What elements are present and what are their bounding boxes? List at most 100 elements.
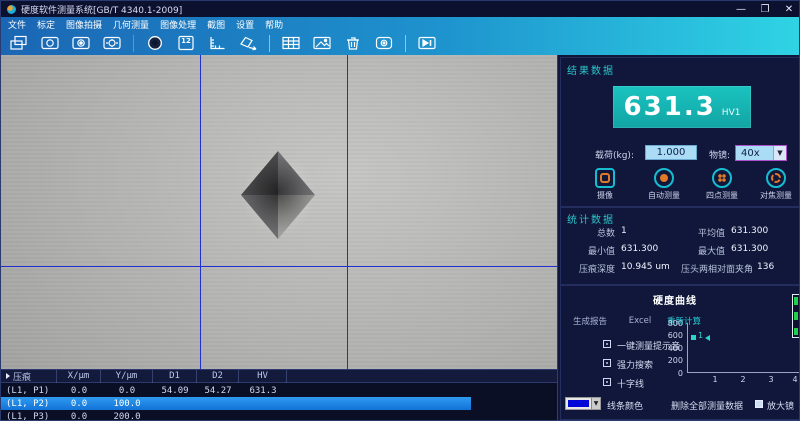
calibration-icon[interactable]: 12 — [174, 34, 198, 53]
header-d1-col: D1 — [153, 370, 197, 383]
x-tick-1: 1 — [709, 375, 721, 384]
y-tick-800: 800 — [661, 319, 683, 328]
toolbar-separator — [269, 35, 270, 52]
tools-section: 生成报告 Excel 重新计算 一键测量提示音 强力搜索 十字线 硬度曲线 80… — [560, 285, 800, 420]
generate-report-button[interactable]: 生成报告 — [567, 314, 613, 328]
app-icon — [7, 5, 16, 14]
table-row[interactable]: (L1, P1) 0.0 0.0 54.09 54.27 631.3 — [1, 384, 287, 397]
title-bar: 硬度软件测量系统[GB/T 4340.1-2009] — ❐ ✕ — [1, 1, 800, 17]
cell-point-id: (L1, P3) — [1, 412, 57, 421]
four-point-icon — [712, 168, 732, 188]
app-window: 硬度软件测量系统[GB/T 4340.1-2009] — ❐ ✕ 文件 标定 图… — [0, 0, 800, 421]
chart-data-point — [691, 335, 696, 340]
header-x-col: X/μm — [57, 370, 101, 383]
crosshair-hline — [1, 266, 557, 267]
table-row-selected[interactable]: (L1, P2) 0.0 100.0 — [1, 397, 471, 410]
crosshair-vline-right — [347, 55, 348, 369]
menu-file[interactable]: 文件 — [8, 18, 26, 31]
cell-point-id: (L1, P2) — [1, 399, 57, 409]
menu-image-capture[interactable]: 图像拍摄 — [66, 18, 102, 31]
toolbar: 12 — [1, 31, 800, 55]
menu-geometry-measure[interactable]: 几何测量 — [113, 18, 149, 31]
lens-icon[interactable] — [143, 34, 167, 53]
table-header-row: 压痕 X/μm Y/μm D1 D2 HV — [1, 370, 557, 383]
line-color-label: 线条颜色 — [607, 399, 643, 412]
menu-settings[interactable]: 设置 — [236, 18, 254, 31]
toolbar-separator — [133, 35, 134, 52]
hardness-value: 631.3 — [624, 92, 716, 122]
magnifier-checkbox[interactable] — [755, 400, 763, 408]
strong-search-label: 强力搜索 — [617, 358, 653, 371]
toolbar-separator — [405, 35, 406, 52]
cell-hv: 631.3 — [239, 386, 287, 396]
cell-d2: 54.27 — [197, 386, 239, 396]
cell-x: 0.0 — [57, 399, 101, 409]
depth-value: 10.945 um — [621, 262, 670, 272]
cell-d1: 54.09 — [153, 386, 197, 396]
maximize-button[interactable]: ❐ — [753, 4, 777, 15]
grid-table-icon[interactable] — [279, 34, 303, 53]
window-title: 硬度软件测量系统[GB/T 4340.1-2009] — [21, 3, 182, 16]
menu-help[interactable]: 帮助 — [265, 18, 283, 31]
mini-scrollbar[interactable] — [792, 294, 800, 338]
cell-y: 100.0 — [101, 399, 153, 409]
cell-x: 0.0 — [57, 386, 101, 396]
microscope-viewport[interactable] — [1, 55, 557, 369]
cell-x: 0.0 — [57, 412, 101, 421]
cursor-icon — [6, 373, 10, 379]
y-tick-600: 600 — [661, 331, 683, 340]
menu-calibration[interactable]: 标定 — [37, 18, 55, 31]
minimize-button[interactable]: — — [729, 4, 753, 15]
auto-measure-button[interactable]: 自动测量 — [636, 168, 692, 201]
chart-point-label: 1 — [698, 331, 703, 340]
image-view-icon[interactable] — [310, 34, 334, 53]
four-point-measure-button[interactable]: 四点测量 — [694, 168, 750, 201]
header-d2-col: D2 — [197, 370, 239, 383]
statistics-header: 统计数据 — [567, 211, 615, 226]
crosshair-checkbox[interactable] — [603, 378, 611, 386]
camera-icon[interactable] — [38, 34, 62, 53]
x-tick-4: 4 — [789, 375, 800, 384]
delete-all-data-button[interactable]: 删除全部测量数据 — [671, 399, 743, 412]
crosshair-label: 十字线 — [617, 377, 644, 390]
load-input[interactable]: 1.000 — [645, 145, 697, 160]
line-color-swatch — [568, 400, 589, 407]
hardness-curve-plot — [687, 323, 799, 373]
cell-y: 0.0 — [101, 386, 153, 396]
objective-value: 40x — [736, 148, 773, 159]
depth-label: 压痕深度 — [563, 262, 615, 275]
camera-capture-icon[interactable] — [69, 34, 93, 53]
cascade-windows-icon[interactable] — [7, 34, 31, 53]
delete-trash-icon[interactable] — [341, 34, 365, 53]
camera-adjust-icon[interactable] — [100, 34, 124, 53]
y-tick-200: 200 — [661, 356, 683, 365]
min-label: 最小值 — [579, 244, 615, 257]
table-row[interactable]: (L1, P3) 0.0 200.0 — [1, 410, 287, 421]
objective-select[interactable]: 40x ▼ — [735, 145, 787, 161]
record-icon[interactable] — [372, 34, 396, 53]
capture-icon — [595, 168, 615, 188]
max-value: 631.300 — [731, 244, 768, 254]
strong-search-checkbox[interactable] — [603, 359, 611, 367]
load-label: 载荷(kg): — [595, 148, 634, 161]
capture-button[interactable]: 摄像 — [577, 168, 633, 201]
indenter-angle-label: 压头两相对面夹角 — [669, 262, 753, 275]
line-color-select[interactable]: ▼ — [565, 397, 601, 410]
hardness-result-display: 631.3 HV1 — [613, 86, 751, 128]
min-value: 631.300 — [621, 244, 658, 254]
focus-measure-button[interactable]: 对焦测量 — [748, 168, 800, 201]
header-band: 文件 标定 图像拍摄 几何测量 图像处理 截图 设置 帮助 — [1, 17, 800, 55]
menu-screenshot[interactable]: 截图 — [207, 18, 225, 31]
close-button[interactable]: ✕ — [777, 4, 800, 15]
statistics-section: 统计数据 总数 1 平均值 631.300 最小值 631.300 最大值 63… — [560, 207, 800, 285]
ruler-icon[interactable] — [205, 34, 229, 53]
crosshair-vline-left — [200, 55, 201, 369]
transform-shape-icon[interactable] — [236, 34, 260, 53]
chart-title: 硬度曲线 — [653, 292, 697, 307]
export-play-icon[interactable] — [415, 34, 439, 53]
hardness-unit: HV1 — [722, 108, 741, 118]
beep-checkbox[interactable] — [603, 340, 611, 348]
count-value: 1 — [621, 226, 627, 236]
menu-image-process[interactable]: 图像处理 — [160, 18, 196, 31]
excel-export-button[interactable]: Excel — [623, 314, 657, 328]
